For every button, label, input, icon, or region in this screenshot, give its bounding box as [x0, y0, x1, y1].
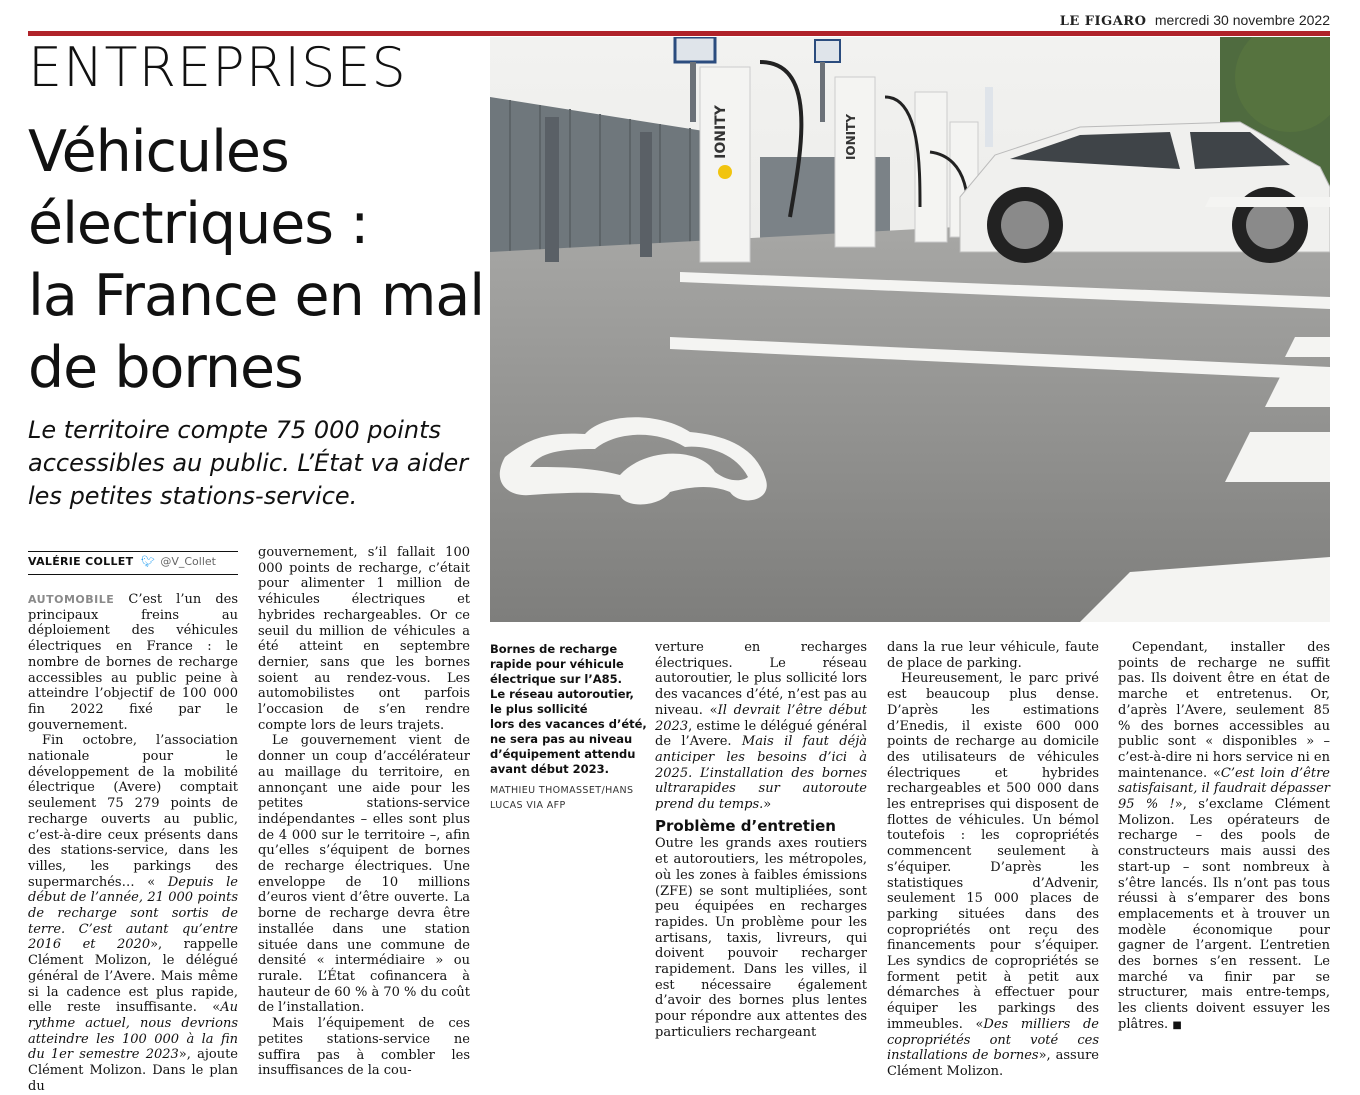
caption-line: rapide pour véhicule — [490, 657, 624, 671]
standfirst: Le territoire compte 75 000 points acces… — [28, 414, 488, 513]
caption-line: avant début 2023. — [490, 762, 610, 776]
masthead: LE FIGARO mercredi 30 novembre 2022 — [1060, 12, 1330, 29]
bollard — [545, 117, 559, 262]
twitter-handle[interactable]: @V_Collet — [160, 555, 216, 568]
caption-line: Bornes de recharge — [490, 642, 618, 656]
standfirst-line: les petites stations-service. — [28, 482, 358, 510]
byline-rule — [28, 551, 238, 552]
article-column-4: dans la rue leur véhicule, faute de plac… — [887, 640, 1099, 1080]
photo-caption: Bornes de recharge rapide pour véhicule … — [490, 642, 647, 813]
charger-brand: IONITY — [713, 104, 729, 159]
paragraph: dans la rue leur véhicule, faute de plac… — [887, 640, 1099, 671]
issue-date: mercredi 30 novembre 2022 — [1154, 12, 1330, 28]
paragraph: Cependant, installer des points de recha… — [1118, 640, 1330, 1032]
charger-2 — [834, 76, 876, 248]
byline: VALÉRIE COLLET 🐦︎ @V_Collet — [28, 555, 216, 568]
paragraph: Fin octobre, l’association nationale pou… — [28, 733, 239, 1094]
paragraph: Heureusement, le parc privé est beaucoup… — [887, 671, 1099, 1079]
author-name: VALÉRIE COLLET — [28, 555, 134, 568]
charging-station-photo: IONITY IONITY — [490, 37, 1330, 622]
end-of-article-icon: ■ — [1172, 1019, 1182, 1031]
headline-line: la France en mal — [28, 263, 485, 329]
subheading: Problème d’entretien — [655, 816, 836, 835]
paragraph: Outre les grands axes routiers et autoro… — [655, 836, 867, 1040]
asphalt — [490, 207, 1330, 622]
article-column-3: verture en recharges électriques. Le rés… — [655, 640, 867, 1041]
headline-line: de bornes — [28, 335, 304, 401]
paragraph: Mais l’équipement de ces petites station… — [258, 1016, 470, 1079]
paragraph: verture en recharges électriques. Le rés… — [655, 640, 867, 813]
section-title: ENTREPRISES — [28, 36, 407, 99]
caption-line: ne sera pas au niveau — [490, 732, 633, 746]
standfirst-line: accessibles au public. L’État va aider — [28, 449, 469, 477]
twitter-icon: 🐦︎ — [140, 555, 155, 568]
paragraph: AUTOMOBILE C’est l’un des principaux fre… — [28, 592, 239, 733]
paragraph: Le gouvernement vient de donner un coup … — [258, 733, 471, 1016]
caption-line: d’équipement attendu — [490, 747, 636, 761]
shell-logo-icon — [718, 165, 732, 179]
headline-line: électriques : — [28, 191, 369, 257]
headline: Véhicules électriques : la France en mal… — [28, 116, 488, 404]
caption-line: lors des vacances d’été, — [490, 717, 647, 731]
caption-line: le plus sollicité — [490, 702, 588, 716]
charger-1 — [699, 66, 751, 263]
article-column-1: AUTOMOBILE C’est l’un des principaux fre… — [28, 592, 238, 1095]
photo-credit: MATHIEU THOMASSET/HANS LUCAS VIA AFP — [490, 785, 634, 811]
svg-text:IONITY: IONITY — [844, 114, 858, 160]
article-column-5: Cependant, installer des points de recha… — [1118, 640, 1330, 1034]
paragraph: gouvernement, s’il fallait 100 000 point… — [258, 545, 470, 733]
standfirst-line: Le territoire compte 75 000 points — [28, 416, 441, 444]
sign-post — [673, 37, 717, 64]
kicker: AUTOMOBILE — [28, 593, 115, 606]
caption-line: Le réseau autoroutier, — [490, 687, 634, 701]
newspaper-name: LE FIGARO — [1059, 14, 1147, 29]
headline-line: Véhicules — [28, 119, 290, 185]
byline-rule — [28, 574, 238, 575]
photo-illustration: IONITY IONITY — [490, 37, 1330, 622]
caption-line: électrique sur l’A85. — [490, 672, 622, 686]
article-column-2: gouvernement, s’il fallait 100 000 point… — [258, 545, 470, 1079]
